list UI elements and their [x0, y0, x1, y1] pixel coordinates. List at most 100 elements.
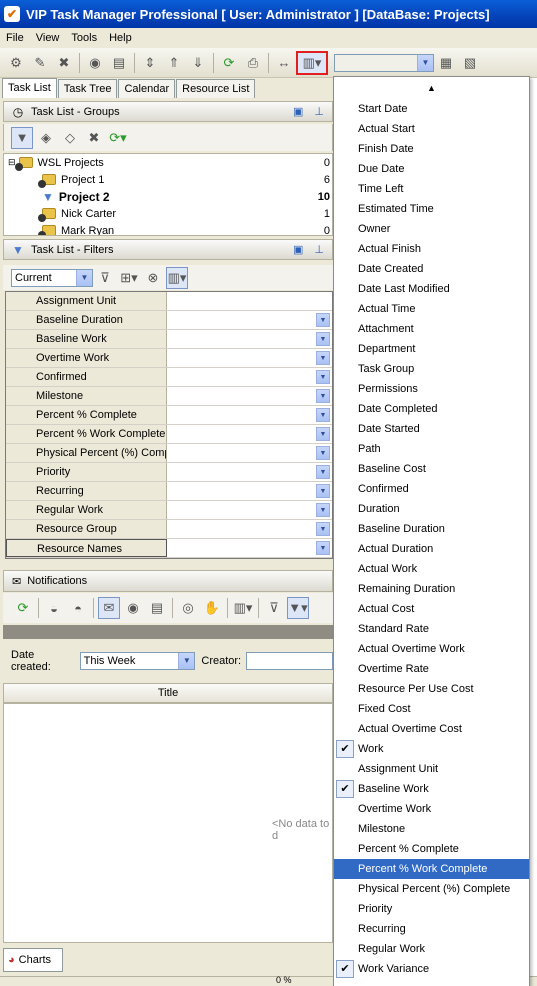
menu-item[interactable]: Priority	[334, 899, 529, 919]
menu-item[interactable]: Actual Overtime Cost	[334, 719, 529, 739]
filter-columns-icon[interactable]: ▥▾	[166, 266, 188, 289]
delete-group-icon[interactable]: ✖	[84, 128, 104, 148]
menu-tools[interactable]: Tools	[65, 32, 103, 44]
filter-row[interactable]: Regular Work ▼	[6, 501, 332, 520]
filter-row[interactable]: Milestone ▼	[6, 387, 332, 406]
filter-row[interactable]: Baseline Work ▼	[6, 330, 332, 349]
menu-item[interactable]: Recurring	[334, 919, 529, 939]
move-down-icon[interactable]: ⇓	[188, 53, 208, 73]
tree-item[interactable]: ▼ Project 2 10	[4, 188, 332, 205]
chevron-down-icon[interactable]: ▼	[316, 446, 330, 460]
tree-item[interactable]: Project 1 6	[4, 171, 332, 188]
menu-help[interactable]: Help	[103, 32, 138, 44]
chevron-down-icon[interactable]: ▼	[316, 408, 330, 422]
hand-icon[interactable]: ✋	[202, 598, 222, 618]
filter-row-value[interactable]: ▼	[167, 311, 332, 329]
delete-task-icon[interactable]: ✖	[54, 53, 74, 73]
menu-item[interactable]: Overtime Rate	[334, 659, 529, 679]
menu-item[interactable]: Fixed Cost	[334, 699, 529, 719]
menu-item[interactable]: Date Last Modified	[334, 279, 529, 299]
filter-row-value[interactable]: ▼	[167, 482, 332, 500]
filter-row-value[interactable]: ▼	[167, 425, 332, 443]
menu-item[interactable]: Resource Per Use Cost	[334, 679, 529, 699]
filter-row[interactable]: Physical Percent (%) Comp ▼	[6, 444, 332, 463]
chevron-down-icon[interactable]: ▼	[316, 541, 330, 555]
filter-row-value[interactable]: ▼	[167, 330, 332, 348]
menu-item[interactable]: Department	[334, 339, 529, 359]
menu-item[interactable]: Regular Work	[334, 939, 529, 959]
menu-item[interactable]: Baseline Duration	[334, 519, 529, 539]
menu-item[interactable]: Percent % Work Complete	[334, 859, 529, 879]
menu-item[interactable]: Actual Duration	[334, 539, 529, 559]
tab-charts[interactable]: ◕ Charts	[3, 948, 63, 972]
tab-task-list[interactable]: Task List	[2, 78, 57, 98]
scroll-up-icon[interactable]: ▲	[334, 77, 529, 99]
column-header-title[interactable]: Title	[3, 683, 333, 703]
filter-row[interactable]: Assignment Unit	[6, 292, 332, 311]
options-icon[interactable]: ▧	[460, 53, 480, 73]
view-task-icon[interactable]: ◉	[85, 53, 105, 73]
menu-item[interactable]: Actual Cost	[334, 599, 529, 619]
chevron-down-icon[interactable]: ▼	[316, 465, 330, 479]
menu-item[interactable]: ✔ Work Variance	[334, 959, 529, 979]
menu-item[interactable]: Actual Start	[334, 119, 529, 139]
menu-item[interactable]: Actual Finish	[334, 239, 529, 259]
menu-item[interactable]: ✔ Baseline Work	[334, 779, 529, 799]
move-updown-icon[interactable]: ⇕	[140, 53, 160, 73]
menu-item[interactable]: Permissions	[334, 379, 529, 399]
filter-row[interactable]: Baseline Duration ▼	[6, 311, 332, 330]
edit-group-icon[interactable]: ◇	[60, 128, 80, 148]
menu-item[interactable]: Physical Percent (%) Complete	[334, 879, 529, 899]
menu-item[interactable]: Owner	[334, 219, 529, 239]
date-created-select[interactable]: This Week ▼	[79, 652, 196, 670]
menu-item[interactable]: Estimated Time	[334, 199, 529, 219]
pin-icon[interactable]: ▣ ⊥	[293, 243, 328, 256]
menu-item[interactable]: Actual Time	[334, 299, 529, 319]
mark-read-icon[interactable]: ◒	[44, 598, 64, 618]
tree-item[interactable]: ⊟ WSL Projects 0	[4, 154, 332, 171]
menu-item[interactable]: Remaining Duration	[334, 579, 529, 599]
filter-row-value[interactable]: ▼	[167, 444, 332, 462]
creator-input[interactable]	[246, 652, 333, 670]
filter-icon[interactable]: ▼	[11, 126, 33, 149]
menu-item[interactable]: Date Completed	[334, 399, 529, 419]
filter-row[interactable]: Overtime Work ▼	[6, 349, 332, 368]
menu-item[interactable]: Path	[334, 439, 529, 459]
chevron-down-icon[interactable]: ▼	[316, 389, 330, 403]
refresh-icon[interactable]: ⟳▾	[108, 128, 128, 148]
filter-row-value[interactable]: ▼	[167, 387, 332, 405]
filter-options-icon[interactable]: ⊞▾	[119, 268, 139, 288]
menu-file[interactable]: File	[0, 32, 30, 44]
menu-item[interactable]: Time Left	[334, 179, 529, 199]
filter-row-value[interactable]: ▼	[167, 406, 332, 424]
menu-item[interactable]: Actual Overtime Work	[334, 639, 529, 659]
columns-chooser-button[interactable]: ▥▾	[296, 50, 328, 75]
filter-row-value[interactable]: ▼	[167, 520, 332, 538]
filter-row[interactable]: Priority ▼	[6, 463, 332, 482]
filter-row[interactable]: Recurring ▼	[6, 482, 332, 501]
filter-row-value[interactable]: ▼	[167, 368, 332, 386]
filter-row[interactable]: Percent % Work Complete ▼	[6, 425, 332, 444]
properties-icon[interactable]: ▤	[109, 53, 129, 73]
menu-item[interactable]: Overtime Work	[334, 799, 529, 819]
toolbar-combo[interactable]: ▼	[334, 53, 434, 72]
fit-width-icon[interactable]: ↔	[274, 53, 294, 73]
menu-item[interactable]: Task Group	[334, 359, 529, 379]
mark-unread-icon[interactable]: ◓	[68, 598, 88, 618]
chevron-down-icon[interactable]: ▼	[316, 503, 330, 517]
filter-row[interactable]: Resource Group ▼	[6, 520, 332, 539]
inbox-icon[interactable]: ✉	[98, 597, 120, 619]
menu-item[interactable]: Finish Date	[334, 139, 529, 159]
move-up-icon[interactable]: ⇑	[164, 53, 184, 73]
print-icon[interactable]: ⎙	[243, 53, 263, 73]
tree-item[interactable]: Mark Ryan 0	[4, 222, 332, 235]
menu-item[interactable]: Confirmed	[334, 479, 529, 499]
menu-item[interactable]: Date Created	[334, 259, 529, 279]
tab-resource-list[interactable]: Resource List	[176, 79, 256, 98]
menu-item[interactable]: Attachment	[334, 319, 529, 339]
menu-item[interactable]: Date Started	[334, 419, 529, 439]
menu-item[interactable]: ✔ Work	[334, 739, 529, 759]
clear-filter-icon[interactable]: ⊽	[264, 598, 284, 618]
pin-icon[interactable]: ▣ ⊥	[293, 105, 328, 118]
new-task-icon[interactable]: ⚙	[6, 53, 26, 73]
